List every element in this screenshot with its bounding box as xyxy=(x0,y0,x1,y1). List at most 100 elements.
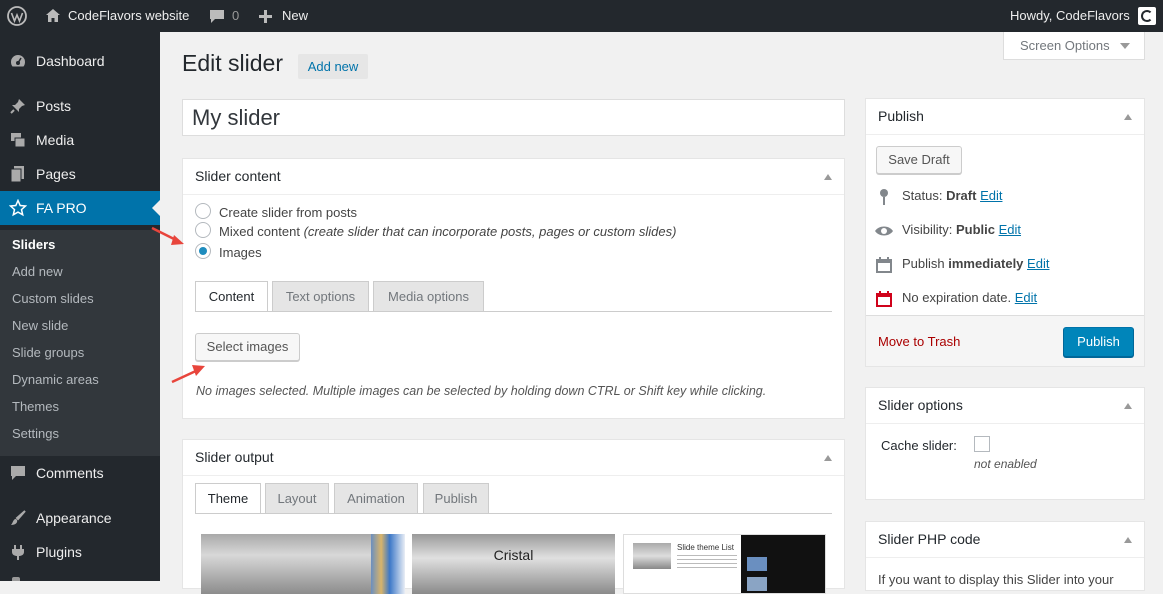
select-images-help: No images selected. Multiple images can … xyxy=(196,384,767,398)
sidebar-item-comments[interactable]: Comments xyxy=(0,456,160,490)
php-code-description: If you want to display this Slider into … xyxy=(878,572,1114,587)
tab-text-options[interactable]: Text options xyxy=(272,281,369,311)
comment-icon[interactable] xyxy=(209,9,225,24)
mixed-note: (create slider that can incorporate post… xyxy=(303,224,677,239)
current-menu-pointer xyxy=(152,200,160,216)
howdy-user[interactable]: Howdy, CodeFlavors xyxy=(1010,0,1130,32)
radio-images[interactable] xyxy=(195,243,211,259)
sidebar-item-label: Comments xyxy=(36,465,104,481)
slider-content-heading[interactable]: Slider content xyxy=(183,159,844,195)
tab-animation[interactable]: Animation xyxy=(334,483,418,513)
theme-thumbnail-list[interactable]: Slide theme List xyxy=(623,534,826,594)
collapse-arrow-icon[interactable] xyxy=(824,455,832,461)
eye-icon xyxy=(875,226,893,236)
theme-thumbnail-default[interactable] xyxy=(201,534,405,594)
submenu-item-add-new[interactable]: Add new xyxy=(12,264,63,279)
thumbnail-strip xyxy=(371,534,405,594)
new-content-link[interactable]: New xyxy=(282,0,308,32)
tab-theme[interactable]: Theme xyxy=(195,483,261,514)
box-title: Publish xyxy=(878,108,924,124)
theme-name-list: Slide theme List xyxy=(677,543,734,552)
page-title: Edit slider xyxy=(182,50,283,76)
pin-icon xyxy=(10,99,25,114)
collapse-arrow-icon[interactable] xyxy=(1124,403,1132,409)
publish-label: Publish xyxy=(902,256,945,271)
home-icon[interactable] xyxy=(45,8,61,23)
dashboard-icon xyxy=(10,55,26,67)
mixed-label: Mixed content xyxy=(219,224,300,239)
submenu-item-custom-slides[interactable]: Custom slides xyxy=(12,291,94,306)
slider-output-heading[interactable]: Slider output xyxy=(183,440,844,476)
list-thumb-lines xyxy=(677,555,737,569)
cache-slider-label: Cache slider: xyxy=(881,438,957,453)
brush-icon xyxy=(11,510,26,525)
tab-layout[interactable]: Layout xyxy=(265,483,329,513)
add-new-button[interactable]: Add new xyxy=(298,54,368,79)
submenu-item-themes[interactable]: Themes xyxy=(12,399,59,414)
schedule-row: Publish immediately Edit xyxy=(874,255,1134,275)
theme-name-cristal: Cristal xyxy=(493,547,534,563)
star-icon xyxy=(9,199,27,217)
publish-value: immediately xyxy=(948,256,1024,271)
submenu-item-new-slide[interactable]: New slide xyxy=(12,318,68,333)
screen-options-label: Screen Options xyxy=(1020,38,1110,53)
sidebar-item-label: Posts xyxy=(36,98,72,114)
sidebar-item-pages[interactable]: Pages xyxy=(0,157,160,191)
pages-icon xyxy=(10,166,24,183)
tab-media-options[interactable]: Media options xyxy=(373,281,484,311)
edit-expiration-link[interactable]: Edit xyxy=(1015,290,1037,305)
move-to-trash-link[interactable]: Move to Trash xyxy=(878,334,960,349)
theme-thumbnail-cristal[interactable]: Cristal xyxy=(412,534,615,594)
list-thumb-dark xyxy=(741,535,825,593)
slider-php-code-heading[interactable]: Slider PHP code xyxy=(866,522,1144,558)
avatar[interactable] xyxy=(1138,7,1156,25)
sidebar-item-appearance[interactable]: Appearance xyxy=(0,501,160,535)
slider-output-box: Slider output Theme Layout Animation Pub… xyxy=(182,439,845,594)
sidebar-item-plugins[interactable]: Plugins xyxy=(0,535,160,569)
screen-options-button[interactable]: Screen Options xyxy=(1003,32,1145,60)
publish-heading[interactable]: Publish xyxy=(866,99,1144,135)
slider-title-input[interactable]: My slider xyxy=(182,99,845,136)
wordpress-logo-icon[interactable] xyxy=(7,6,27,26)
comments-count[interactable]: 0 xyxy=(232,0,239,32)
sidebar-item-label: Appearance xyxy=(36,510,112,526)
publish-button[interactable]: Publish xyxy=(1063,327,1134,357)
edit-status-link[interactable]: Edit xyxy=(980,188,1002,203)
expiration-label: No expiration date. xyxy=(902,290,1012,305)
sidebar-item-posts[interactable]: Posts xyxy=(0,89,160,123)
site-name-link[interactable]: CodeFlavors website xyxy=(68,0,189,32)
radio-posts[interactable] xyxy=(195,203,211,219)
plug-icon xyxy=(12,545,24,560)
submenu-item-sliders[interactable]: Sliders xyxy=(12,237,55,252)
status-label: Status: xyxy=(902,188,943,203)
edit-schedule-link[interactable]: Edit xyxy=(1027,256,1049,271)
tabs-divider xyxy=(195,513,832,514)
submenu-item-slide-groups[interactable]: Slide groups xyxy=(12,345,84,360)
sidebar-item-fa-pro[interactable]: FA PRO xyxy=(0,191,160,225)
submenu-item-settings[interactable]: Settings xyxy=(12,426,59,441)
edit-visibility-link[interactable]: Edit xyxy=(999,222,1021,237)
select-images-button[interactable]: Select images xyxy=(195,333,300,361)
status-row: Status: Draft Edit xyxy=(874,187,1134,207)
sidebar-item-media[interactable]: Media xyxy=(0,123,160,157)
box-title: Slider PHP code xyxy=(878,531,981,547)
collapse-arrow-icon[interactable] xyxy=(824,174,832,180)
save-draft-button[interactable]: Save Draft xyxy=(876,146,962,174)
collapse-arrow-icon[interactable] xyxy=(1124,537,1132,543)
tab-publish[interactable]: Publish xyxy=(423,483,489,513)
radio-label-mixed: Mixed content (create slider that can in… xyxy=(219,224,676,239)
publish-box: Publish Save Draft Status: Draft Edit Vi… xyxy=(865,98,1145,367)
submenu-item-dynamic-areas[interactable]: Dynamic areas xyxy=(12,372,99,387)
visibility-label: Visibility: xyxy=(902,222,953,237)
slider-options-heading[interactable]: Slider options xyxy=(866,388,1144,424)
radio-mixed[interactable] xyxy=(195,222,211,238)
visibility-value: Public xyxy=(955,222,995,237)
sidebar-item-dashboard[interactable]: Dashboard xyxy=(0,44,160,78)
box-title: Slider options xyxy=(878,397,963,413)
tab-content[interactable]: Content xyxy=(195,281,268,312)
radio-label-posts: Create slider from posts xyxy=(219,205,357,220)
sidebar-item-partial xyxy=(12,577,20,581)
plus-icon[interactable] xyxy=(259,10,272,23)
collapse-arrow-icon[interactable] xyxy=(1124,114,1132,120)
cache-slider-checkbox[interactable] xyxy=(974,436,990,452)
